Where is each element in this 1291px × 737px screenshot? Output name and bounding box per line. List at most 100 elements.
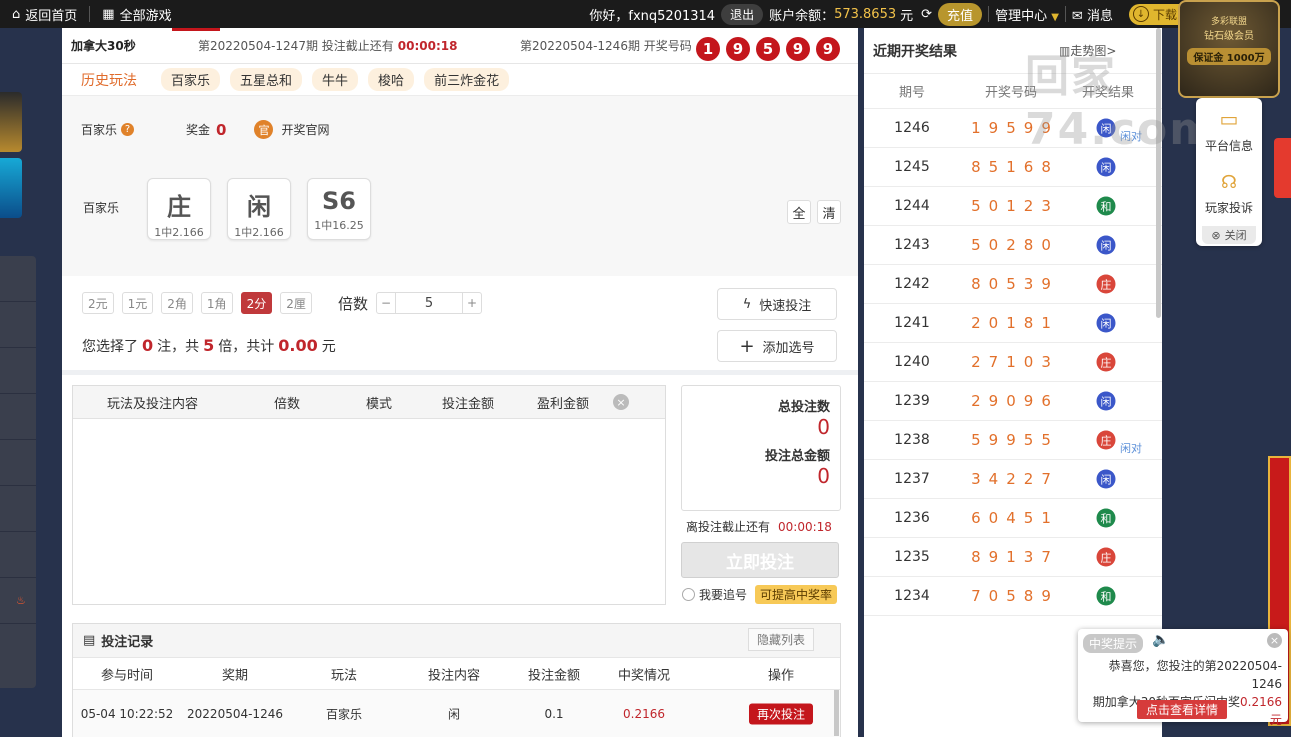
multiplier-stepper: − 5 + [376,292,483,314]
results-scrollbar[interactable] [1156,28,1161,318]
result-row: 1238 59955 庄闲对 [864,421,1162,460]
last-period: 第20220504-1246期 开奖号码 [520,39,692,53]
draw-ball: 1 [696,37,720,61]
records-title-bar: ▤ 投注记录 隐藏列表 [73,624,840,657]
result-period: 1243 [894,237,930,253]
toast-close-icon[interactable]: × [1267,633,1282,648]
result-badge: 和 [1096,196,1116,216]
increment-button[interactable]: + [463,293,481,313]
select-all-button[interactable]: 全 [787,200,811,224]
mode-option[interactable]: 2厘 [280,292,312,314]
cart-col: 玩法及投注内容 [107,396,199,412]
rebet-button[interactable]: 再次投注 [748,703,814,724]
side-menu-item[interactable] [0,348,36,394]
platform-info-label: 平台信息 [1204,138,1253,153]
recharge-button[interactable]: 充值 [938,2,983,26]
records-col: 玩法 [330,668,358,683]
mode-option-active[interactable]: 2分 [240,292,273,314]
quick-bet-button[interactable]: ϟ 快速投注 [717,288,837,320]
clear-selection-button[interactable]: 清 [817,200,841,224]
mode-option[interactable]: 2角 [161,292,193,314]
manage-center-menu[interactable]: 管理中心 ▼ [995,5,1059,24]
decrement-button[interactable]: − [377,293,395,313]
result-row: 1239 29096 闲 [864,382,1162,421]
side-menu-item[interactable] [0,532,36,578]
tab-niuniu[interactable]: 牛牛 [312,68,359,91]
side-menu-item[interactable] [0,486,36,532]
betting-panel: 加拿大30秒 第20220504-1247期 投注截止还有 00:00:18 第… [62,28,858,737]
tab-baccarat[interactable]: 百家乐 [161,68,221,91]
records-scrollbar[interactable] [834,690,839,736]
refresh-icon[interactable]: ⟳ [921,7,932,22]
bet-option-odds: 1中2.166 [234,226,284,239]
bet-records: ▤ 投注记录 隐藏列表 参与时间 奖期 玩法 投注内容 投注金额 中奖情况 操作… [72,623,841,737]
fire-icon: ♨ [16,594,26,607]
promo-tab[interactable] [1274,138,1291,198]
draw-ball: 9 [786,37,810,61]
total-count-label: 总投注数 [777,400,830,415]
logout-button[interactable]: 退出 [721,3,764,25]
result-row: 1241 20181 闲 [864,304,1162,343]
promo-banner-1[interactable] [0,92,22,152]
bet-option-player[interactable]: 闲 1中2.166 [227,178,291,240]
mode-option[interactable]: 1元 [121,292,154,314]
help-icon[interactable]: ? [121,123,135,136]
speaker-icon[interactable]: 🔈 [1152,632,1169,648]
trend-chart-link[interactable]: ▥走势图> [1059,42,1116,59]
messages-label: 消息 [1086,8,1113,24]
platform-info-button[interactable]: ▭ 平台信息 [1196,98,1262,162]
official-site-link[interactable]: 开奖官网 [281,121,329,138]
side-menu-item[interactable]: ♨ [0,578,36,624]
result-row: 1236 60451 和 [864,499,1162,538]
boost-badge: 可提高中奖率 [755,585,838,604]
bet-option-name: S6 [322,187,356,215]
all-games-link[interactable]: ▦ 全部游戏 [90,0,183,28]
hide-list-button[interactable]: 隐藏列表 [747,628,814,651]
view-details-button[interactable]: 点击查看详情 [1137,700,1228,719]
home-link[interactable]: ⌂ 返回首页 [0,0,89,28]
mode-option[interactable]: 2元 [82,292,114,314]
float-close-button[interactable]: ⊗ 关闭 [1202,226,1256,244]
tab-zhajinhua[interactable]: 前三炸金花 [424,68,510,91]
mode-option[interactable]: 1角 [200,292,233,314]
side-menu-item[interactable] [0,440,36,486]
result-badge: 闲 [1096,391,1116,411]
bet-option-name: 闲 [247,193,271,221]
results-col: 期号 [898,85,926,101]
cart-header: 玩法及投注内容 倍数 模式 投注金额 盈利金额 × [73,386,665,419]
add-selection-button[interactable]: + 添加选号 [717,330,837,362]
multiplier-input[interactable]: 5 [395,293,464,313]
follow-radio[interactable] [682,588,695,601]
tab-showhand[interactable]: 梭哈 [368,68,415,91]
follow-option: 我要追号 可提高中奖率 [682,585,838,604]
messages-link[interactable]: ✉ 消息 [1072,5,1113,24]
tab-history[interactable]: 历史玩法 [81,70,137,90]
tab-five-star-sum[interactable]: 五星总和 [230,68,303,91]
download-icon: ↓ [1132,6,1149,22]
clear-cart-icon[interactable]: × [613,394,629,410]
result-numbers: 70589 [971,587,1059,605]
result-row: 1243 50280 闲 [864,226,1162,265]
place-bet-button[interactable]: 立即投注 [681,542,839,578]
result-badge: 闲 [1096,235,1116,255]
game-info: 百家乐 ? 奖金 0 官 开奖官网 [81,120,329,139]
complaint-button[interactable]: ☊ 玩家投诉 [1196,162,1262,226]
bet-option-banker[interactable]: 庄 1中2.166 [147,178,211,240]
vip-badge: 多彩联盟 钻石级会员 保证金 1000万 [1178,0,1280,98]
result-numbers: 80539 [971,275,1059,293]
complaint-label: 玩家投诉 [1204,201,1253,215]
record-time: 05-04 10:22:52 [80,706,174,721]
bet-option-odds: 1中2.166 [154,226,204,239]
side-menu-item[interactable] [0,302,36,348]
toast-tag: 中奖提示 [1083,634,1144,653]
result-period: 1238 [894,432,930,448]
period-header: 加拿大30秒 第20220504-1247期 投注截止还有 00:00:18 第… [62,28,858,64]
bet-option-s6[interactable]: S6 1中16.25 [307,178,371,240]
follow-label: 我要追号 [699,588,748,602]
promo-banner-2[interactable] [0,158,22,218]
multiplier: 倍数 − 5 + [338,292,483,314]
result-period: 1242 [894,276,930,292]
side-menu-item[interactable] [0,394,36,440]
side-menu-item[interactable] [0,256,36,302]
headset-icon: ☊ [1221,172,1237,193]
